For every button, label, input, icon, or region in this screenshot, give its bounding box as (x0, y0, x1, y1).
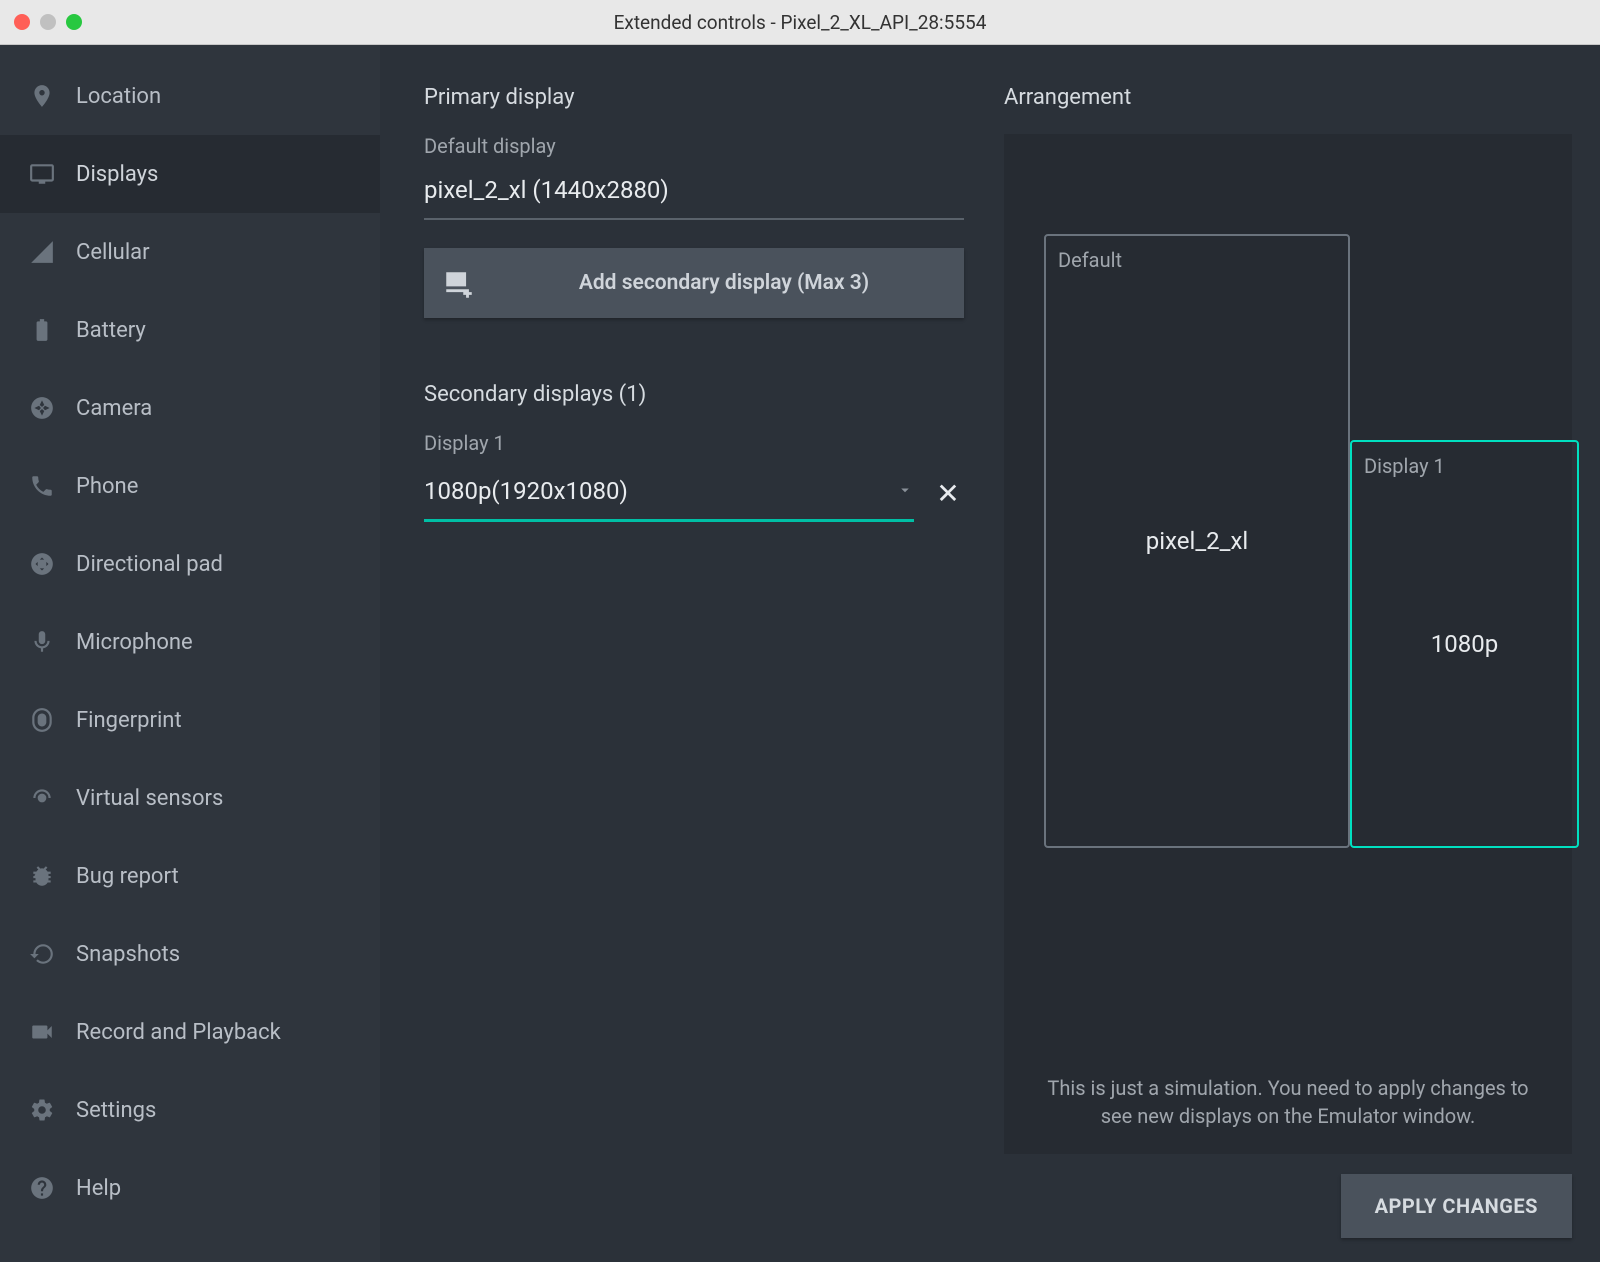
default-display-label: Default display (424, 134, 964, 158)
sidebar-item-displays[interactable]: Displays (0, 135, 380, 213)
window-title: Extended controls - Pixel_2_XL_API_28:55… (0, 11, 1600, 34)
phone-icon (28, 472, 56, 500)
sidebar-item-label: Help (76, 1176, 121, 1201)
arrangement-display-1[interactable]: Display 1 1080p (1350, 440, 1579, 848)
sidebar-item-label: Settings (76, 1098, 156, 1123)
location-icon (28, 82, 56, 110)
traffic-lights (14, 14, 82, 30)
snapshots-icon (28, 940, 56, 968)
sidebar-item-label: Phone (76, 474, 138, 499)
remove-display-1-button[interactable]: ✕ (932, 477, 964, 510)
sidebar-item-snapshots[interactable]: Snapshots (0, 915, 380, 993)
sidebar-item-battery[interactable]: Battery (0, 291, 380, 369)
right-column: Arrangement Default pixel_2_xl Display 1… (1004, 85, 1572, 1238)
sidebar-item-virtual-sensors[interactable]: Virtual sensors (0, 759, 380, 837)
secondary-displays-title: Secondary displays (1) (424, 382, 964, 407)
add-secondary-display-button[interactable]: Add secondary display (Max 3) (424, 248, 964, 318)
sidebar-item-location[interactable]: Location (0, 57, 380, 135)
display-1-select[interactable]: 1080p(1920x1080) (424, 465, 914, 522)
sidebar-item-label: Camera (76, 396, 152, 421)
record-icon (28, 1018, 56, 1046)
arrangement-title: Arrangement (1004, 85, 1572, 110)
display-1-label: Display 1 (424, 431, 964, 455)
sidebar-item-label: Virtual sensors (76, 786, 223, 811)
displays-icon (28, 160, 56, 188)
help-icon (28, 1174, 56, 1202)
sidebar-item-phone[interactable]: Phone (0, 447, 380, 525)
arrangement-note: This is just a simulation. You need to a… (1033, 1054, 1543, 1130)
apply-changes-button[interactable]: APPLY CHANGES (1341, 1174, 1572, 1238)
minimize-window-button[interactable] (40, 14, 56, 30)
sidebar-item-label: Location (76, 84, 161, 109)
arrangement-display-1-label: Display 1 (1364, 454, 1445, 478)
sidebar-item-settings[interactable]: Settings (0, 1071, 380, 1149)
sidebar-item-bug-report[interactable]: Bug report (0, 837, 380, 915)
sidebar-item-label: Displays (76, 162, 158, 187)
sidebar-item-label: Bug report (76, 864, 179, 889)
sidebar-item-record-playback[interactable]: Record and Playback (0, 993, 380, 1071)
arrangement-display-1-name: 1080p (1431, 630, 1498, 658)
sidebar-item-label: Battery (76, 318, 146, 343)
cellular-icon (28, 238, 56, 266)
sidebar-item-label: Directional pad (76, 552, 223, 577)
close-window-button[interactable] (14, 14, 30, 30)
bug-icon (28, 862, 56, 890)
gear-icon (28, 1096, 56, 1124)
sensors-icon (28, 784, 56, 812)
sidebar-item-cellular[interactable]: Cellular (0, 213, 380, 291)
add-display-icon (442, 268, 476, 298)
fingerprint-icon (28, 706, 56, 734)
sidebar-item-camera[interactable]: Camera (0, 369, 380, 447)
sidebar-item-label: Record and Playback (76, 1020, 281, 1045)
arrangement-default-label: Default (1058, 248, 1122, 272)
sidebar-item-fingerprint[interactable]: Fingerprint (0, 681, 380, 759)
battery-icon (28, 316, 56, 344)
arrangement-default-display[interactable]: Default pixel_2_xl (1044, 234, 1350, 848)
sidebar-item-label: Snapshots (76, 942, 180, 967)
sidebar-item-label: Cellular (76, 240, 150, 265)
default-display-value: pixel_2_xl (1440x2880) (424, 168, 964, 220)
sidebar-item-label: Microphone (76, 630, 193, 655)
left-column: Primary display Default display pixel_2_… (424, 85, 964, 1238)
content: Primary display Default display pixel_2_… (380, 45, 1600, 1262)
sidebar-item-microphone[interactable]: Microphone (0, 603, 380, 681)
primary-display-title: Primary display (424, 85, 964, 110)
chevron-down-icon (896, 477, 914, 505)
sidebar-item-label: Fingerprint (76, 708, 182, 733)
arrangement-canvas: Default pixel_2_xl Display 1 1080p (1024, 162, 1552, 862)
titlebar: Extended controls - Pixel_2_XL_API_28:55… (0, 0, 1600, 45)
add-secondary-display-label: Add secondary display (Max 3) (502, 271, 946, 295)
arrangement-default-name: pixel_2_xl (1146, 527, 1248, 555)
dpad-icon (28, 550, 56, 578)
microphone-icon (28, 628, 56, 656)
sidebar-item-directional-pad[interactable]: Directional pad (0, 525, 380, 603)
camera-icon (28, 394, 56, 422)
sidebar: Location Displays Cellular Battery Camer (0, 45, 380, 1262)
arrangement-panel: Default pixel_2_xl Display 1 1080p This … (1004, 134, 1572, 1154)
sidebar-item-help[interactable]: Help (0, 1149, 380, 1227)
maximize-window-button[interactable] (66, 14, 82, 30)
display-1-value: 1080p(1920x1080) (424, 477, 628, 505)
